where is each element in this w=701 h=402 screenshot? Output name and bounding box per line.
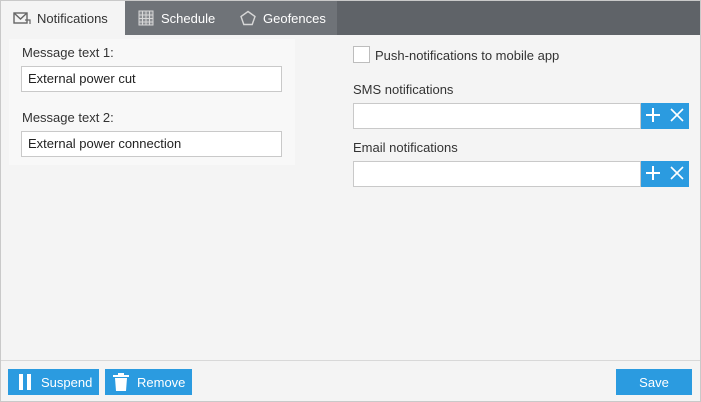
email-add-button[interactable] — [641, 161, 665, 187]
trash-icon — [113, 373, 129, 391]
email-notifications-label: Email notifications — [353, 140, 458, 155]
close-icon — [670, 107, 684, 125]
push-notifications-label: Push-notifications to mobile app — [375, 48, 560, 63]
sms-notifications-input[interactable] — [353, 103, 641, 129]
suspend-label: Suspend — [41, 374, 93, 390]
tab-bar: Notifications Schedule Geofences — [1, 1, 700, 35]
tab-geofences[interactable]: Geofences — [227, 1, 337, 35]
sms-clear-button[interactable] — [665, 103, 689, 129]
pentagon-icon — [239, 10, 257, 26]
email-notifications-input[interactable] — [353, 161, 641, 187]
sms-notifications-row — [353, 103, 689, 129]
sms-add-button[interactable] — [641, 103, 665, 129]
tab-schedule[interactable]: Schedule — [125, 1, 227, 35]
tab-label: Schedule — [161, 10, 216, 26]
plus-icon — [646, 107, 660, 125]
message-text-2-input[interactable]: External power connection — [21, 131, 282, 157]
email-clear-button[interactable] — [665, 161, 689, 187]
plus-icon — [646, 165, 660, 183]
sms-notifications-label: SMS notifications — [353, 82, 454, 97]
message-text-2-label: Message text 2: — [22, 110, 114, 125]
suspend-button[interactable]: Suspend — [8, 369, 99, 395]
tab-label: Notifications — [37, 10, 108, 26]
push-notifications-checkbox[interactable] — [353, 46, 370, 63]
action-footer: Suspend Remove Save — [1, 360, 700, 401]
remove-button[interactable]: Remove — [105, 369, 192, 395]
close-icon — [670, 165, 684, 183]
save-button[interactable]: Save — [616, 369, 692, 395]
notification-editor-panel: Notifications Schedule Geofences Message… — [0, 0, 701, 402]
envelope-icon — [13, 10, 31, 26]
message-text-1-input[interactable]: External power cut — [21, 66, 282, 92]
message-text-1-label: Message text 1: — [22, 45, 114, 60]
email-notifications-row — [353, 161, 689, 187]
calendar-grid-icon — [137, 10, 155, 26]
pause-icon — [17, 373, 33, 391]
tab-notifications[interactable]: Notifications — [1, 1, 125, 35]
remove-label: Remove — [137, 374, 186, 390]
tab-label: Geofences — [263, 10, 326, 26]
notifications-tab-content: Message text 1: External power cut Messa… — [1, 35, 700, 360]
